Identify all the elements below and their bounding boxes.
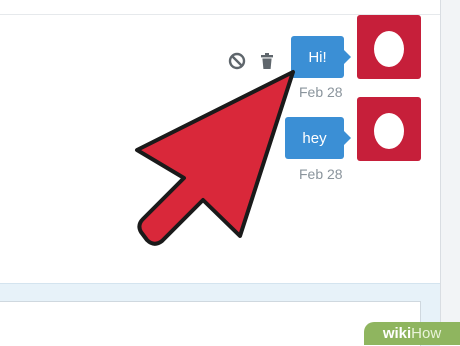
trash-icon[interactable] — [257, 51, 277, 71]
message-timestamp: Feb 28 — [299, 84, 343, 100]
wikihow-watermark: wiki How — [364, 322, 460, 345]
window-edge — [440, 0, 460, 345]
message-bubble[interactable]: Hi! — [291, 36, 351, 78]
block-icon[interactable] — [227, 51, 247, 71]
message-bubble[interactable]: hey — [285, 117, 351, 159]
message-text: Hi! — [308, 48, 327, 66]
message-timestamp: Feb 28 — [299, 166, 343, 182]
egg-avatar-icon[interactable] — [357, 97, 421, 161]
message-text: hey — [302, 129, 327, 147]
egg-avatar-icon[interactable] — [357, 15, 421, 79]
message-input[interactable] — [0, 301, 421, 346]
